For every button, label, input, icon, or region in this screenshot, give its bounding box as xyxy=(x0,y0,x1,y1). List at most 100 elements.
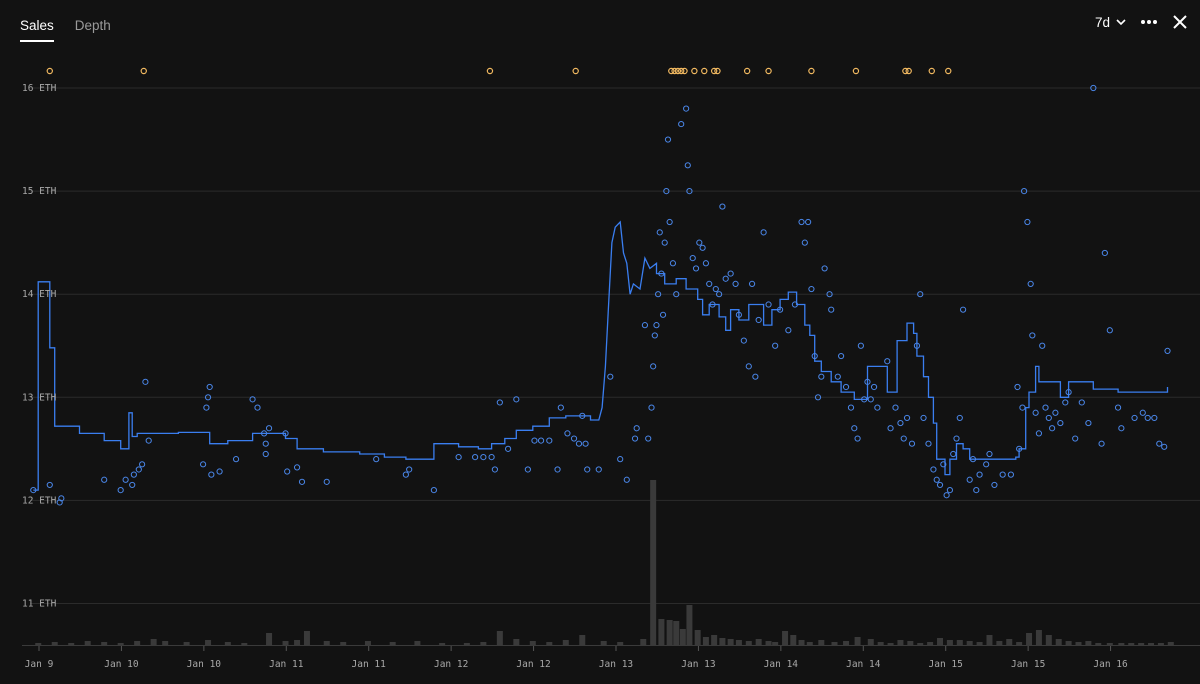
x-axis: Jan 9 Jan 10 Jan 10 Jan 11 Jan 11 Jan 12 Jan 1… xyxy=(25,646,1128,670)
volume-bar xyxy=(600,641,607,645)
volume-bar xyxy=(727,639,734,645)
sale-point xyxy=(232,456,240,463)
sale-point xyxy=(631,435,639,442)
volume-bar xyxy=(782,631,789,645)
sale-point xyxy=(546,437,553,444)
volume-bar xyxy=(666,620,673,645)
x-tick-label: Jan 15 xyxy=(1011,659,1045,670)
volume-bar xyxy=(266,633,273,645)
sale-point xyxy=(206,383,213,391)
sale-point xyxy=(216,468,223,475)
sale-point xyxy=(564,430,571,437)
sale-point xyxy=(801,239,808,246)
volume-bar xyxy=(101,642,108,645)
y-tick-label: 15 ETH xyxy=(22,186,57,197)
volume-bar xyxy=(1138,643,1145,645)
volume-bar xyxy=(897,640,904,645)
sale-point xyxy=(554,466,561,473)
event-marker xyxy=(905,67,912,75)
volume-bar xyxy=(755,639,762,645)
sale-point xyxy=(641,322,649,329)
sale-point xyxy=(1057,419,1064,427)
sale-point xyxy=(930,466,937,473)
volume-bar xyxy=(35,643,42,645)
sale-point xyxy=(142,378,149,385)
sale-point xyxy=(1139,409,1146,416)
volume-bar xyxy=(927,642,934,645)
x-tick-label: Jan 10 xyxy=(104,659,139,670)
sale-point xyxy=(1029,332,1036,339)
sale-point xyxy=(722,275,729,282)
sale-point xyxy=(145,437,152,444)
sale-point xyxy=(854,435,861,442)
sale-point xyxy=(1118,425,1125,432)
sale-point xyxy=(633,425,640,432)
sale-point xyxy=(129,481,136,489)
sale-point xyxy=(617,456,624,463)
sale-point xyxy=(504,445,512,452)
sale-point xyxy=(1144,414,1151,422)
sale-point xyxy=(570,435,578,442)
sale-point xyxy=(664,136,672,143)
sale-point xyxy=(748,280,756,287)
volume-bar xyxy=(205,640,212,645)
volume-bar xyxy=(640,639,647,645)
sale-point xyxy=(666,218,673,226)
sales-chart: 11 ETH 12 ETH 13 ETH 14 ETH 15 ETH 16 ETH Jan… xyxy=(22,67,1200,670)
sale-point xyxy=(956,414,963,422)
sale-point xyxy=(785,327,792,334)
price-line-layer xyxy=(33,220,1169,491)
sale-point xyxy=(46,481,53,489)
sale-point xyxy=(765,301,772,308)
volume-bar xyxy=(966,641,973,645)
volume-bar xyxy=(546,642,553,645)
volume-bar xyxy=(937,638,944,645)
sale-point xyxy=(689,255,696,262)
sale-point xyxy=(851,425,858,432)
sale-point xyxy=(653,322,660,329)
sale-point xyxy=(752,373,759,380)
volume-bar xyxy=(150,639,157,645)
sale-point xyxy=(656,229,663,236)
sale-point xyxy=(293,464,301,471)
sale-point xyxy=(966,476,973,483)
volume-bar xyxy=(854,637,861,645)
volume-bar xyxy=(650,480,657,645)
sale-point xyxy=(1161,443,1168,450)
sale-point xyxy=(1151,414,1158,422)
sale-point xyxy=(650,363,657,370)
volume-bar xyxy=(686,605,693,645)
x-tick-label: Jan 13 xyxy=(599,659,633,670)
y-tick-label: 14 ETH xyxy=(22,289,57,300)
event-marker xyxy=(681,67,688,75)
sale-point xyxy=(772,342,779,349)
sale-point xyxy=(200,461,207,468)
sale-point xyxy=(537,437,545,444)
sale-point xyxy=(936,481,944,489)
sale-point xyxy=(986,450,993,458)
sale-point xyxy=(254,404,261,411)
sale-point xyxy=(699,244,706,251)
sale-point xyxy=(1106,327,1113,334)
event-marker xyxy=(486,67,494,75)
volume-bar xyxy=(1045,635,1052,645)
sale-point xyxy=(1035,430,1043,437)
sale-point xyxy=(524,466,531,473)
event-marker xyxy=(691,67,698,75)
volume-bar xyxy=(1075,642,1082,645)
volume-bar xyxy=(976,642,983,645)
volume-bar xyxy=(790,635,797,645)
sale-point xyxy=(130,471,137,478)
sale-point xyxy=(623,476,630,483)
volume-bar xyxy=(907,641,914,645)
sale-point xyxy=(1019,404,1026,411)
volume-bar xyxy=(1106,643,1113,645)
volume-bar xyxy=(702,637,709,645)
sale-point xyxy=(1024,218,1031,226)
volume-bar xyxy=(513,639,520,645)
volume-bar xyxy=(1016,642,1023,645)
sale-point xyxy=(582,440,589,447)
volume-bar xyxy=(673,621,680,645)
sale-point xyxy=(472,453,479,461)
volume-bar xyxy=(303,631,310,645)
